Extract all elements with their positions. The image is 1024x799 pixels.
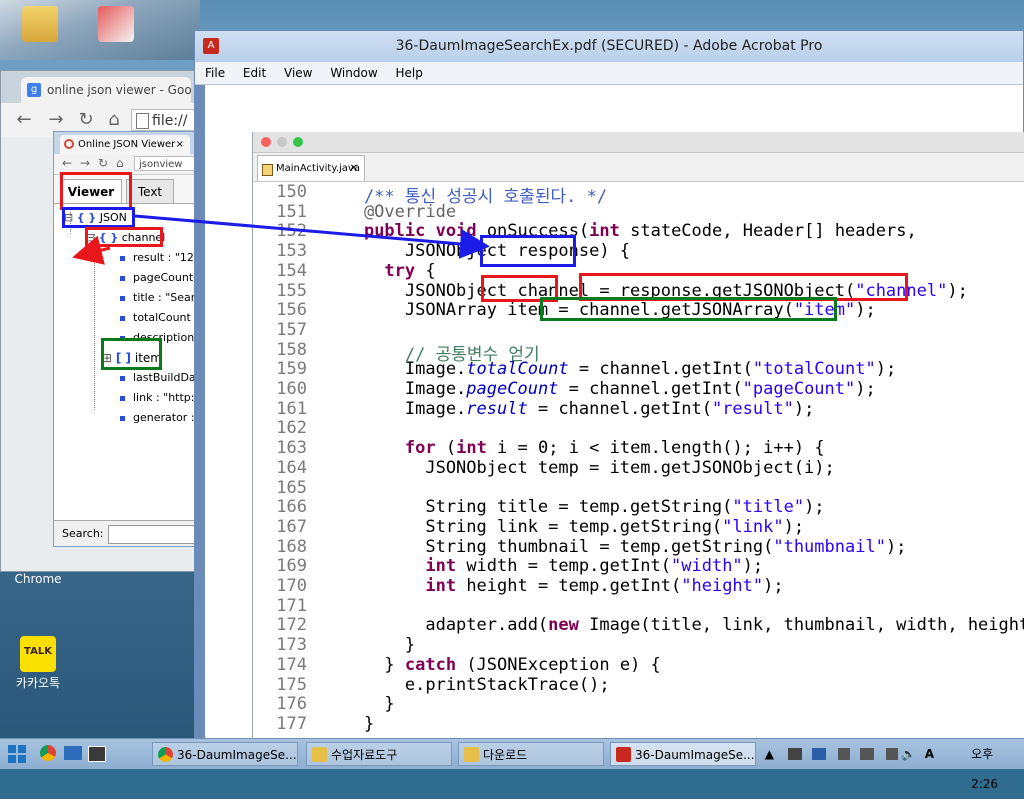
volume-icon[interactable]: 🔈: [901, 739, 916, 769]
folder-icon: [464, 747, 479, 762]
annotation-arrows: [72, 214, 490, 265]
arrow-channel-pointer: [72, 235, 111, 265]
network-app-icon[interactable]: [812, 748, 826, 760]
pdf-icon: [616, 747, 631, 762]
taskbar-item-folder2[interactable]: 다운로드: [458, 742, 604, 766]
action-center-icon[interactable]: [788, 748, 802, 760]
ime-tool-icon[interactable]: [886, 748, 898, 760]
network-icon[interactable]: [860, 748, 874, 760]
clock[interactable]: 오후 2:26: [971, 739, 998, 799]
taskbar-item-acrobat[interactable]: 36-DaumImageSe...: [610, 742, 756, 766]
ime-indicator[interactable]: A: [925, 739, 934, 769]
taskbar-item-chrome[interactable]: 36-DaumImageSe...: [152, 742, 298, 766]
taskbar: 36-DaumImageSe... 수업자료도구 다운로드 36-DaumIma…: [0, 738, 1024, 791]
explorer-pinned-icon[interactable]: [64, 746, 82, 760]
arrow-json-to-response: [134, 214, 490, 259]
taskbar-item-folder1[interactable]: 수업자료도구: [306, 742, 452, 766]
app-pinned-icon[interactable]: [88, 746, 106, 762]
chrome-icon: [158, 747, 173, 762]
folder-icon: [312, 747, 327, 762]
windows-start-icon[interactable]: [8, 745, 26, 763]
tray-overflow-icon[interactable]: ▲: [765, 739, 774, 769]
chrome-pinned-icon[interactable]: [40, 745, 56, 761]
device-icon[interactable]: [838, 748, 850, 760]
